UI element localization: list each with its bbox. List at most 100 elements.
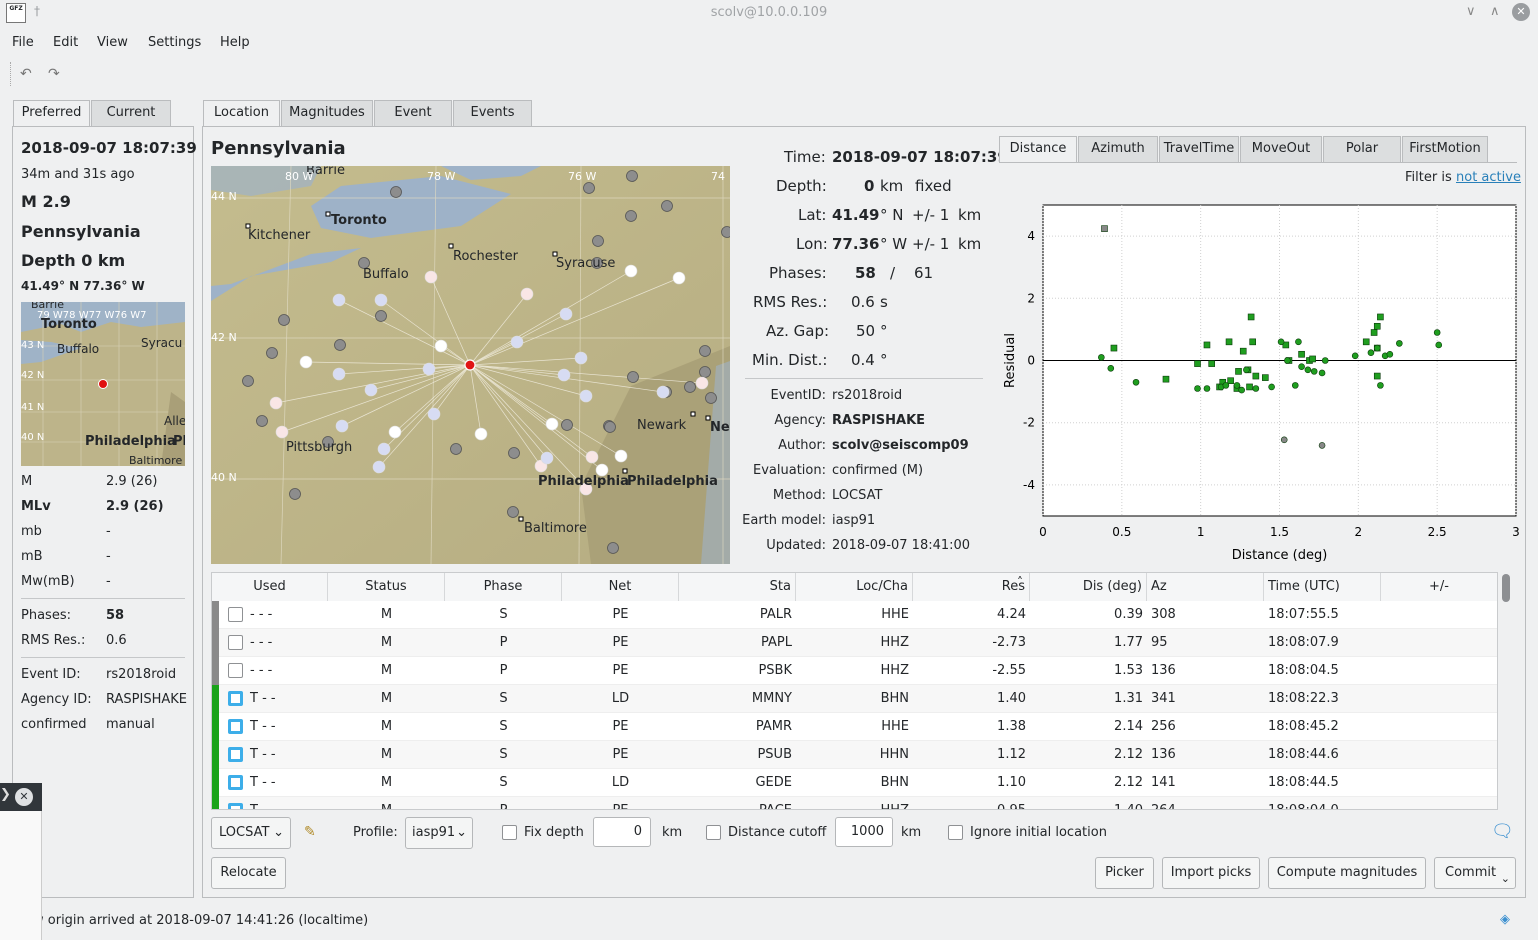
data-point[interactable] (1373, 344, 1381, 352)
station-inactive[interactable] (507, 506, 519, 518)
method-select[interactable]: LOCSAT ⌄ (211, 817, 291, 849)
tab-preferred[interactable]: Preferred (13, 100, 90, 127)
station-used[interactable] (474, 427, 488, 441)
depth-input[interactable]: 0 (593, 817, 651, 847)
chevron-down-icon[interactable]: ⌄ (1501, 864, 1510, 894)
data-point[interactable] (1433, 329, 1441, 336)
tab-event[interactable]: Event (374, 100, 452, 126)
column-header[interactable]: +/- (1381, 573, 1497, 601)
column-header[interactable]: Loc/Cha (796, 573, 913, 601)
column-header[interactable]: Res (913, 573, 1030, 601)
station-inactive[interactable] (607, 542, 619, 554)
data-point[interactable] (1107, 364, 1115, 372)
data-point[interactable] (1268, 383, 1275, 391)
station-used[interactable] (672, 271, 686, 285)
data-point[interactable] (1194, 360, 1201, 367)
table-row[interactable]: - - - M P PE PAPL HHZ -2.73 1.77 95 18:08:07.9 (212, 629, 1497, 657)
station-used[interactable] (332, 293, 346, 307)
popup-expand-icon[interactable]: ❯ (0, 787, 11, 802)
plot-tab-distance[interactable]: Distance (999, 136, 1077, 163)
station-used[interactable] (520, 287, 534, 301)
station-inactive[interactable] (699, 345, 711, 357)
station-inactive[interactable] (661, 200, 673, 212)
table-row[interactable]: - - - M S PE PALR HHE 4.24 0.39 308 18:07:55.5 (212, 601, 1497, 629)
plot-tab-polar[interactable]: Polar (1323, 136, 1401, 162)
station-used[interactable] (377, 442, 391, 456)
arrivals-table[interactable]: Used Status Phase Net Sta Loc/Cha Res Dis (deg)… (211, 572, 1498, 810)
station-inactive[interactable] (604, 421, 616, 433)
data-point[interactable] (1277, 338, 1285, 346)
data-point[interactable] (1318, 442, 1326, 449)
commit-button[interactable]: Commit ⌄ (1434, 857, 1516, 889)
station-used[interactable] (585, 450, 599, 464)
fix-depth-checkbox[interactable] (502, 825, 517, 840)
data-point[interactable] (1386, 350, 1394, 358)
compute-magnitudes-button[interactable]: Compute magnitudes (1268, 857, 1426, 889)
distance-cutoff-checkbox[interactable] (706, 825, 721, 840)
tab-current[interactable]: Current (91, 100, 171, 126)
data-point[interactable] (1377, 382, 1384, 389)
ignore-initial-checkbox[interactable] (948, 825, 963, 840)
data-point[interactable] (1162, 375, 1170, 383)
station-inactive[interactable] (626, 170, 638, 182)
station-inactive[interactable] (684, 381, 696, 393)
data-point[interactable] (1233, 382, 1241, 389)
station-used[interactable] (624, 264, 638, 278)
column-header[interactable]: Dis (deg) (1030, 573, 1147, 601)
data-point[interactable] (1222, 382, 1230, 389)
minimize-icon[interactable]: ∨ (1466, 4, 1476, 19)
row-checkbox[interactable] (228, 747, 243, 762)
tab-location[interactable]: Location (203, 100, 280, 127)
station-inactive[interactable] (289, 488, 301, 500)
station-inactive[interactable] (450, 443, 462, 455)
column-header[interactable]: Az (1147, 573, 1264, 601)
station-inactive[interactable] (508, 447, 520, 459)
data-point[interactable] (1373, 322, 1381, 330)
data-point[interactable] (1227, 377, 1234, 385)
station-used[interactable] (374, 293, 388, 307)
column-header[interactable]: Net (562, 573, 679, 601)
comment-icon[interactable]: 🗨 (1491, 821, 1514, 842)
station-used[interactable] (540, 451, 554, 465)
profile-select[interactable]: iasp91 ⌄ (405, 817, 473, 849)
data-point[interactable] (1396, 340, 1403, 347)
data-point[interactable] (1238, 386, 1245, 394)
data-point[interactable] (1252, 372, 1260, 380)
undo-icon[interactable]: ↶ (20, 66, 32, 82)
station-used[interactable] (332, 367, 346, 381)
station-used[interactable] (510, 335, 524, 349)
data-point[interactable] (1435, 341, 1443, 349)
data-point[interactable] (1304, 366, 1312, 374)
row-checkbox[interactable] (228, 803, 243, 809)
redo-icon[interactable]: ↷ (48, 66, 60, 82)
station-inactive[interactable] (375, 310, 387, 322)
station-used[interactable] (574, 351, 588, 365)
data-point[interactable] (1246, 383, 1253, 391)
data-point[interactable] (1309, 355, 1316, 363)
data-point[interactable] (1351, 352, 1359, 360)
data-point[interactable] (1203, 341, 1211, 349)
station-inactive[interactable] (242, 375, 254, 387)
station-used[interactable] (424, 270, 438, 284)
column-header[interactable]: Phase (445, 573, 562, 601)
mini-map[interactable]: Barrie Toronto 79 W78 W77 W76 W7 Buffalo… (21, 302, 185, 466)
station-inactive[interactable] (256, 415, 268, 427)
data-point[interactable] (1298, 350, 1305, 358)
station-inactive[interactable] (390, 186, 402, 198)
data-point[interactable] (1298, 363, 1305, 371)
station-used[interactable] (434, 339, 448, 353)
station-used[interactable] (364, 383, 378, 397)
data-point[interactable] (1362, 338, 1370, 346)
data-point[interactable] (1318, 369, 1326, 377)
table-row[interactable]: T - - M S LD GEDE BHN 1.10 2.12 141 18:08:44.5 (212, 769, 1497, 797)
popup-close-icon[interactable]: ✕ (15, 788, 33, 806)
filter-link[interactable]: not active (1456, 170, 1521, 185)
data-point[interactable] (1280, 436, 1288, 444)
plot-tab-azimuth[interactable]: Azimuth (1078, 136, 1158, 162)
data-point[interactable] (1239, 347, 1247, 355)
station-inactive[interactable] (705, 392, 717, 404)
data-point[interactable] (1295, 338, 1302, 346)
menu-edit[interactable]: Edit (53, 35, 78, 50)
station-used[interactable] (559, 307, 573, 321)
table-row[interactable]: T - - MPPEPACEHHZ0.951.4026418:08:04.0 (212, 797, 1497, 809)
